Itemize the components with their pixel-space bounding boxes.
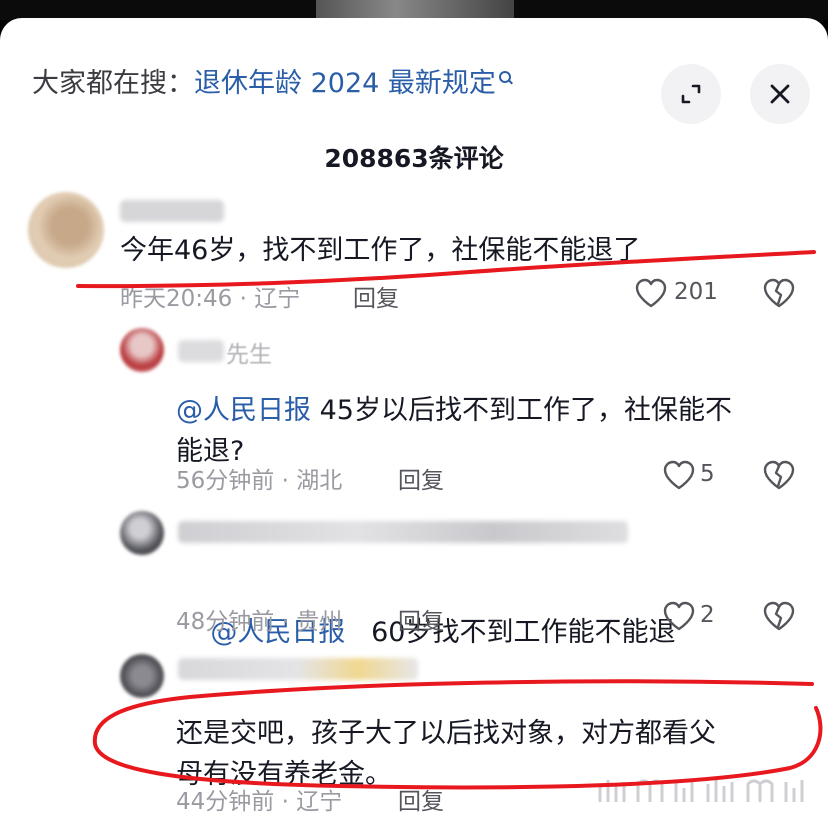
comments-sheet: 大家都在搜：退休年龄 2024 最新规定 208863条评论 今年46岁，找不到… <box>0 18 828 828</box>
reply-button[interactable]: 回复 <box>398 602 444 636</box>
expand-button[interactable] <box>661 64 721 124</box>
avatar[interactable] <box>120 511 164 555</box>
comment-meta: 44分钟前 · 辽宁 <box>176 789 343 815</box>
like-count: 5 <box>700 461 715 487</box>
comment-text: @人民日报 45岁以后找不到工作了，社保能不 能退? <box>176 390 806 472</box>
comment-text-line1: 还是交吧，孩子大了以后找对象，对方都看父 <box>176 718 716 749</box>
like-count: 201 <box>674 279 718 305</box>
mention-link[interactable]: @人民日报 <box>176 395 311 426</box>
username-blurred[interactable] <box>178 340 224 362</box>
comment-meta: 48分钟前 · 贵州 <box>176 609 343 635</box>
search-suggestion-label: 大家都在搜： <box>32 68 194 99</box>
comment-text-body: 60岁找不到工作能不能退 <box>345 617 676 648</box>
avatar[interactable] <box>120 654 164 698</box>
reply-button[interactable]: 回复 <box>353 279 399 313</box>
search-suggestion[interactable]: 大家都在搜：退休年龄 2024 最新规定 <box>32 66 512 102</box>
username-blurred[interactable] <box>120 200 224 222</box>
reply-button[interactable]: 回复 <box>398 461 444 495</box>
close-button[interactable] <box>750 64 810 124</box>
like-count: 2 <box>700 602 715 628</box>
close-icon <box>770 84 790 104</box>
broken-heart-icon[interactable] <box>762 460 796 490</box>
heart-icon[interactable] <box>662 460 696 490</box>
broken-heart-icon[interactable] <box>762 601 796 631</box>
username-blurred[interactable] <box>178 521 628 543</box>
video-thumbnail <box>316 0 514 18</box>
comment-text: 今年46岁，找不到工作了，社保能不能退了 <box>120 235 641 266</box>
comment-meta: 56分钟前 · 湖北 <box>176 468 343 494</box>
search-suggestion-term[interactable]: 退休年龄 2024 最新规定 <box>194 68 496 99</box>
heart-icon[interactable] <box>662 601 696 631</box>
username-partial[interactable]: 先生 <box>226 335 272 369</box>
heart-icon[interactable] <box>634 278 668 308</box>
comment-count: 208863条评论 <box>324 144 504 173</box>
avatar[interactable] <box>120 328 164 372</box>
username-blurred[interactable] <box>178 658 418 680</box>
broken-heart-icon[interactable] <box>762 278 796 308</box>
comment-text-line1: 45岁以后找不到工作了，社保能不 <box>311 395 732 426</box>
watermark-icon <box>598 779 804 802</box>
search-icon[interactable] <box>498 66 512 86</box>
comment-meta: 昨天20:46 · 辽宁 <box>120 286 301 312</box>
top-video-strip <box>0 0 828 20</box>
reply-button[interactable]: 回复 <box>398 782 444 816</box>
avatar[interactable] <box>28 192 104 268</box>
expand-icon <box>681 84 701 104</box>
